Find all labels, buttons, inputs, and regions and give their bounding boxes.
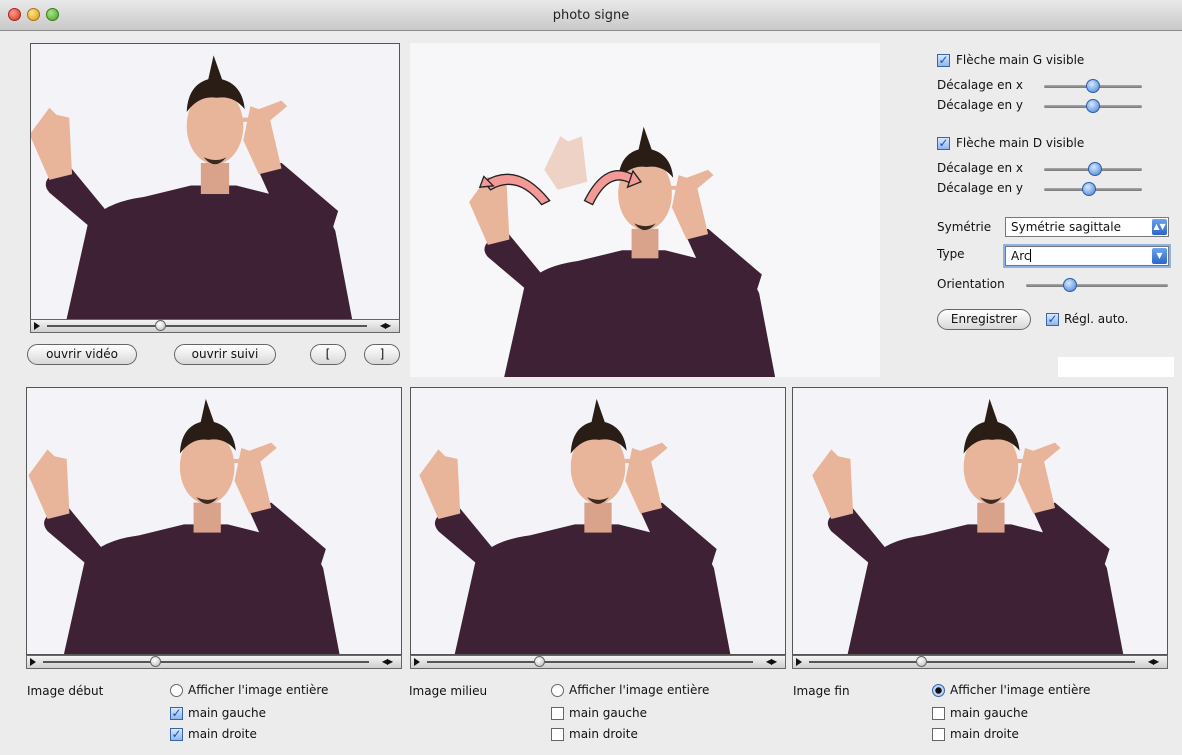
frame-start-canvas [27, 388, 401, 654]
left-offset-x-slider-knob[interactable] [1086, 79, 1100, 93]
open-tracking-button[interactable]: ouvrir suivi [174, 344, 276, 365]
frame-end-image [792, 387, 1168, 655]
frame-start-label: Image début [27, 684, 104, 698]
overlay-image-canvas [410, 43, 880, 377]
frame-end-right-hand-label: main droite [950, 727, 1019, 741]
left-offset-y-label: Décalage en y [937, 98, 1023, 112]
frame-start-right-hand-label: main droite [188, 727, 257, 741]
play-icon[interactable] [30, 658, 36, 666]
chevron-down-icon: ▲▼ [1152, 219, 1167, 235]
save-button[interactable]: Enregistrer [937, 309, 1031, 330]
video-preview [30, 43, 400, 321]
step-buttons[interactable]: ◀▶ [373, 321, 397, 331]
frame-start-image [26, 387, 402, 655]
type-label: Type [937, 247, 965, 261]
frame-middle-left-hand-checkbox[interactable] [551, 707, 564, 720]
symmetry-select[interactable]: Symétrie sagittale ▲▼ [1005, 217, 1169, 237]
video-preview-frame [31, 44, 399, 320]
frame-start-left-hand-label: main gauche [188, 706, 266, 720]
frame-start-right-hand-checkbox[interactable]: ✓ [170, 728, 183, 741]
frame-middle-playhead[interactable] [534, 656, 545, 667]
orientation-label: Orientation [937, 277, 1005, 291]
right-offset-x-label: Décalage en x [937, 161, 1023, 175]
window-title: photo signe [552, 8, 630, 23]
frame-middle-right-hand-checkbox[interactable] [551, 728, 564, 741]
frame-start-playhead[interactable] [150, 656, 161, 667]
orientation-slider-track[interactable] [1026, 284, 1168, 287]
play-icon[interactable] [796, 658, 802, 666]
right-offset-y-slider-knob[interactable] [1082, 182, 1096, 196]
chevron-down-icon: ▼ [1152, 248, 1167, 264]
symmetry-value: Symétrie sagittale [1011, 220, 1121, 234]
text-caret [1030, 249, 1032, 262]
orientation-slider-knob[interactable] [1063, 278, 1077, 292]
type-value: Arc [1011, 249, 1031, 263]
frame-middle-right-hand-label: main droite [569, 727, 638, 741]
frame-middle-canvas [411, 388, 785, 654]
frame-end-show-full-radio[interactable] [932, 684, 945, 697]
right-offset-x-slider-knob[interactable] [1088, 162, 1102, 176]
right-arrow-visible-label: Flèche main D visible [956, 136, 1085, 150]
frame-end-right-hand-checkbox[interactable] [932, 728, 945, 741]
status-field [1058, 357, 1174, 377]
video-playhead[interactable] [155, 320, 166, 331]
auto-adjust-label: Régl. auto. [1064, 312, 1129, 326]
frame-middle-show-full-label: Afficher l'image entière [569, 683, 710, 697]
symmetry-label: Symétrie [937, 220, 992, 234]
step-buttons[interactable]: ◀▶ [1141, 657, 1165, 667]
overlay-image [410, 43, 880, 377]
frame-end-canvas [793, 388, 1167, 654]
video-timeline[interactable] [47, 325, 367, 327]
frame-end-timeline[interactable] [809, 661, 1135, 663]
left-offset-y-slider-knob[interactable] [1086, 99, 1100, 113]
open-video-button[interactable]: ouvrir vidéo [27, 344, 137, 365]
frame-start-show-full-radio[interactable] [170, 684, 183, 697]
right-offset-y-label: Décalage en y [937, 181, 1023, 195]
frame-end-label: Image fin [793, 684, 850, 698]
frame-end-left-hand-label: main gauche [950, 706, 1028, 720]
frame-middle-label: Image milieu [409, 684, 488, 698]
frame-start-show-full-label: Afficher l'image entière [188, 683, 329, 697]
left-arrow-visible-label: Flèche main G visible [956, 53, 1085, 67]
frame-middle-timeline[interactable] [427, 661, 753, 663]
frame-end-playhead[interactable] [916, 656, 927, 667]
step-buttons[interactable]: ◀▶ [375, 657, 399, 667]
mark-in-button[interactable]: [ [310, 344, 346, 365]
frame-middle-show-full-radio[interactable] [551, 684, 564, 697]
type-combo-box[interactable]: Arc ▼ [1005, 246, 1169, 266]
title-bar: photo signe [0, 0, 1182, 31]
frame-middle-image [410, 387, 786, 655]
play-icon[interactable] [34, 322, 40, 330]
frame-end-left-hand-checkbox[interactable] [932, 707, 945, 720]
frame-start-left-hand-checkbox[interactable]: ✓ [170, 707, 183, 720]
frame-start-timeline[interactable] [43, 661, 369, 663]
play-icon[interactable] [414, 658, 420, 666]
mark-out-button[interactable]: ] [364, 344, 400, 365]
video-controller[interactable]: ◀▶ [30, 319, 400, 333]
right-arrow-visible-checkbox[interactable]: ✓ [937, 137, 950, 150]
left-arrow-visible-checkbox[interactable]: ✓ [937, 54, 950, 67]
left-offset-x-label: Décalage en x [937, 78, 1023, 92]
frame-end-show-full-label: Afficher l'image entière [950, 683, 1091, 697]
frame-start-controller[interactable]: ◀▶ [26, 655, 402, 669]
auto-adjust-checkbox[interactable]: ✓ [1046, 313, 1059, 326]
frame-middle-left-hand-label: main gauche [569, 706, 647, 720]
frame-end-controller[interactable]: ◀▶ [792, 655, 1168, 669]
step-buttons[interactable]: ◀▶ [759, 657, 783, 667]
frame-middle-controller[interactable]: ◀▶ [410, 655, 786, 669]
